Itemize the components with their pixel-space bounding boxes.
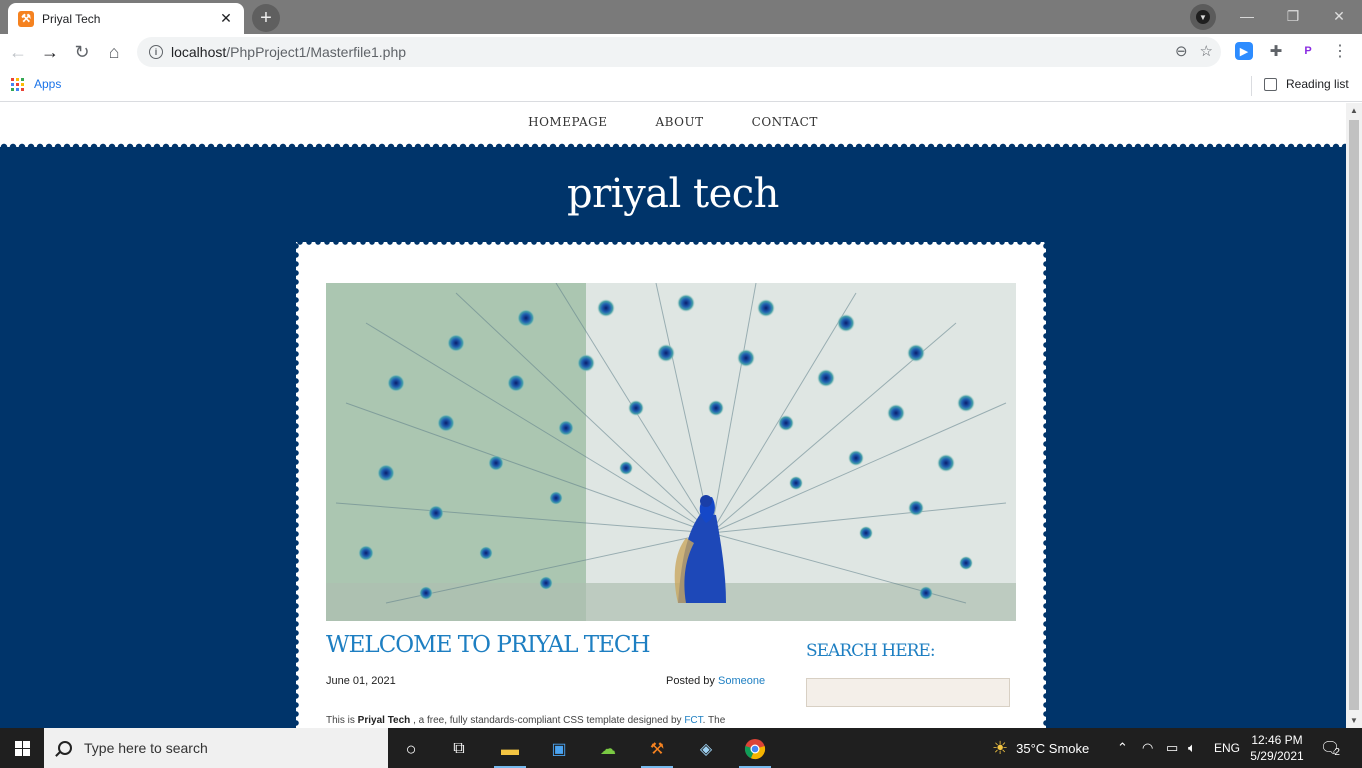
taskbar-clock[interactable]: 12:46 PM 5/29/2021 xyxy=(1242,732,1312,764)
notification-count: 2 xyxy=(1334,746,1340,758)
nav-homepage[interactable]: HOMEPAGE xyxy=(528,115,607,129)
site-nav: HOMEPAGE ABOUT CONTACT xyxy=(0,103,1346,147)
apps-grid-icon[interactable] xyxy=(11,78,24,91)
clock-date: 5/29/2021 xyxy=(1250,749,1304,763)
page-scrollbar[interactable]: ▲ ▼ xyxy=(1346,103,1362,728)
language-indicator[interactable]: ENG xyxy=(1214,728,1240,768)
store-icon[interactable]: ▣ xyxy=(537,732,581,766)
search-icon xyxy=(58,741,72,755)
post-body-suffix: . The xyxy=(702,715,726,726)
bookmarks-divider xyxy=(1251,76,1252,96)
search-input[interactable] xyxy=(806,678,1010,707)
xampp-taskbar-icon[interactable]: ⚒ xyxy=(635,732,679,768)
bookmarks-bar: Apps Reading list xyxy=(0,70,1362,102)
notification-center-icon[interactable]: 🗨︎ 2 xyxy=(1320,728,1340,768)
reload-button[interactable]: ↻ xyxy=(69,39,95,65)
nav-about[interactable]: ABOUT xyxy=(655,115,703,129)
file-explorer-icon[interactable]: ▬ xyxy=(488,732,532,768)
url-path: /PhpProject1/Masterfile1.php xyxy=(226,44,407,60)
peacock-illustration xyxy=(326,283,1016,621)
taskbar-search[interactable]: Type here to search xyxy=(44,728,388,768)
weather-widget[interactable]: ☀ 35°C Smoke xyxy=(992,728,1089,768)
new-tab-button[interactable]: + xyxy=(252,4,280,32)
chevron-down-icon: ▼ xyxy=(1196,10,1210,24)
tab-title: Priyal Tech xyxy=(42,11,101,26)
scrollbar-thumb[interactable] xyxy=(1349,120,1359,710)
profile-extension-icon[interactable]: P xyxy=(1299,42,1317,60)
scroll-up-icon[interactable]: ▲ xyxy=(1346,103,1362,118)
url-host: localhost xyxy=(171,44,227,60)
reading-list-button[interactable]: Reading list xyxy=(1286,77,1349,91)
chrome-icon[interactable] xyxy=(733,732,777,768)
cortana-icon[interactable]: ○ xyxy=(389,732,433,766)
zoom-extension-icon[interactable]: ▶ xyxy=(1235,42,1253,60)
task-view-icon[interactable]: ⧉ xyxy=(437,732,481,766)
volume-icon[interactable]: 🔈︎ xyxy=(1188,728,1196,768)
close-window-button[interactable]: ✕ xyxy=(1316,0,1362,32)
clock-time: 12:46 PM xyxy=(1251,733,1303,747)
virtualbox-icon[interactable]: ◈ xyxy=(684,732,728,766)
fct-link[interactable]: FCT xyxy=(684,715,702,726)
card-top-border xyxy=(296,239,1046,245)
bookmark-star-icon[interactable]: ☆ xyxy=(1200,42,1213,60)
forward-button[interactable]: → xyxy=(37,39,63,65)
card-left-border xyxy=(293,242,299,728)
search-heading: SEARCH HERE: xyxy=(806,641,936,661)
start-button[interactable] xyxy=(0,728,44,768)
info-icon[interactable]: i xyxy=(149,45,163,59)
post-date: June 01, 2021 xyxy=(326,675,396,687)
back-button[interactable]: ← xyxy=(5,39,31,65)
minimize-button[interactable]: — xyxy=(1224,0,1270,32)
scalloped-border xyxy=(0,143,1346,151)
battery-icon[interactable]: ▭ xyxy=(1166,728,1178,768)
apps-link[interactable]: Apps xyxy=(34,77,61,91)
content-card: WELCOME TO PRIYAL TECH June 01, 2021 Pos… xyxy=(293,239,1049,728)
scroll-down-icon[interactable]: ▼ xyxy=(1346,713,1362,728)
windows-logo-icon xyxy=(14,740,30,756)
post-body-prefix: This is xyxy=(326,715,358,726)
home-button[interactable]: ⌂ xyxy=(101,39,127,65)
restore-button[interactable]: ❐ xyxy=(1270,0,1316,32)
extensions-puzzle-icon[interactable]: ✚ xyxy=(1267,42,1285,60)
weather-text: 35°C Smoke xyxy=(1016,740,1090,756)
address-bar[interactable]: i localhost /PhpProject1/Masterfile1.php… xyxy=(137,37,1221,67)
web-page: HOMEPAGE ABOUT CONTACT priyal tech WELCO… xyxy=(0,103,1346,728)
post-body-middle: , a free, fully standards-compliant CSS … xyxy=(410,715,685,726)
site-title: priyal tech xyxy=(567,171,779,217)
windows-taskbar: Type here to search ○ ⧉ ▬ ▣ ☁ ⚒ ◈ ☀ 35°C… xyxy=(0,728,1362,768)
posted-by-label: Posted by xyxy=(666,675,718,687)
chrome-logo xyxy=(744,739,766,760)
card-right-border xyxy=(1043,242,1049,728)
wifi-icon[interactable]: ◠ xyxy=(1142,728,1153,768)
zoom-icon[interactable]: ⊖ xyxy=(1175,42,1188,60)
app-icon[interactable]: ☁ xyxy=(586,732,630,766)
browser-tab[interactable]: ⚒ Priyal Tech ✕ xyxy=(8,3,244,34)
reading-list-icon[interactable] xyxy=(1264,78,1277,91)
tray-chevron-up-icon[interactable]: ⌃ xyxy=(1117,728,1128,768)
tab-strip: ⚒ Priyal Tech ✕ + ▼ — ❐ ✕ xyxy=(0,0,1362,34)
taskbar-search-placeholder: Type here to search xyxy=(84,740,208,756)
author-link[interactable]: Someone xyxy=(718,675,765,687)
nav-contact[interactable]: CONTACT xyxy=(752,115,818,129)
post-body-bold: Priyal Tech xyxy=(357,715,411,726)
peacock-hero-image xyxy=(326,283,1016,621)
post-body: This is Priyal Tech , a free, fully stan… xyxy=(326,715,761,726)
xampp-icon: ⚒ xyxy=(18,10,34,27)
post-title[interactable]: WELCOME TO PRIYAL TECH xyxy=(326,632,651,658)
close-tab-icon[interactable]: ✕ xyxy=(218,10,234,27)
tab-search-button[interactable]: ▼ xyxy=(1190,4,1216,30)
post-author-line: Posted by Someone xyxy=(666,675,765,687)
browser-toolbar: ← → ↻ ⌂ i localhost /PhpProject1/Masterf… xyxy=(0,34,1362,70)
weather-icon: ☀ xyxy=(992,737,1009,758)
menu-kebab-icon[interactable]: ⋮ xyxy=(1331,42,1349,60)
